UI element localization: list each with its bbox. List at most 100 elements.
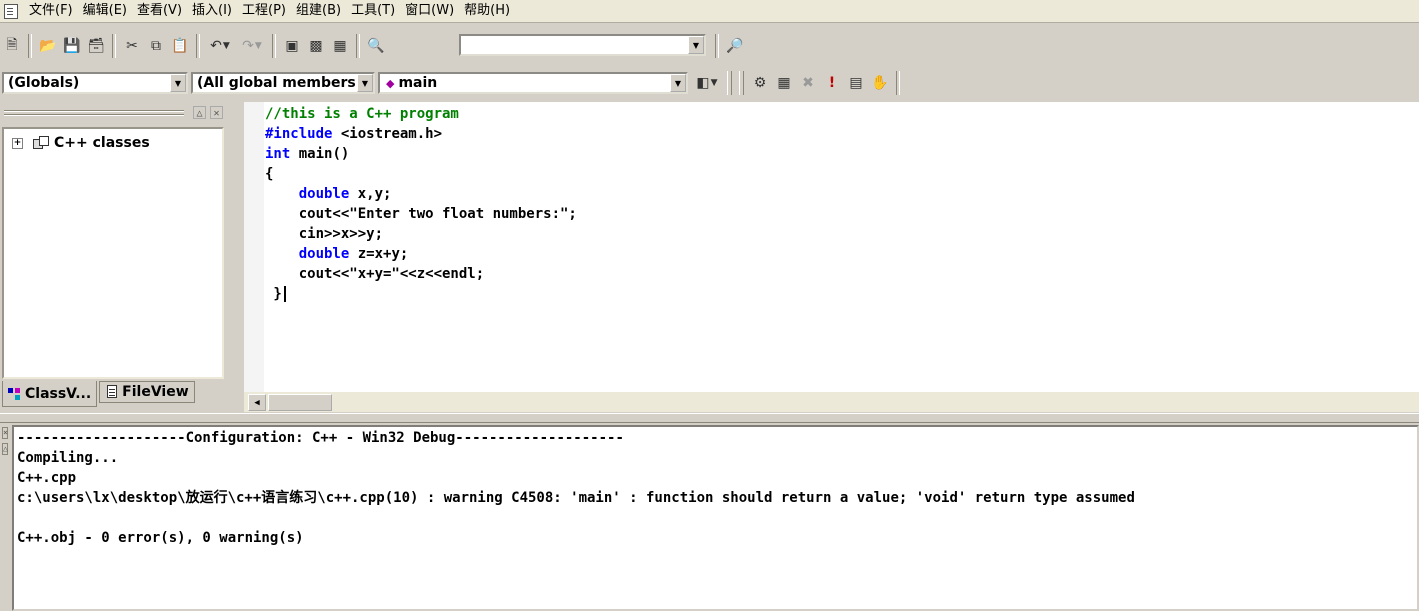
filter-combo[interactable]: (All global members ▼: [191, 72, 375, 94]
document-icon[interactable]: [4, 3, 18, 19]
scroll-left-icon[interactable]: ◀: [248, 394, 266, 411]
code-line[interactable]: double z=x+y;: [265, 244, 577, 264]
toolbar-separator: [272, 34, 276, 58]
toolbar-separator: [196, 34, 200, 58]
new-text-file-icon[interactable]: 🗎: [1, 35, 23, 57]
save-all-icon[interactable]: 🗃: [85, 35, 107, 57]
output-restore-icon[interactable]: △: [2, 443, 8, 455]
toolbar-separator: [112, 34, 116, 58]
member-combo[interactable]: ◆ main ▼: [378, 72, 688, 94]
pane-close-icon[interactable]: ✕: [210, 106, 223, 119]
classview-tab-icon: [8, 387, 22, 401]
execute-icon[interactable]: !: [821, 72, 843, 94]
menu-help[interactable]: 帮助(H): [459, 1, 515, 21]
chevron-down-icon[interactable]: ▼: [670, 74, 686, 92]
toolbar-grip: [727, 71, 732, 95]
copy-icon[interactable]: ⧉: [145, 35, 167, 57]
code-token: cin>>x>>y;: [265, 226, 384, 242]
editor-gutter: [244, 102, 264, 392]
menu-window[interactable]: 窗口(W): [400, 1, 459, 21]
code-line[interactable]: }: [265, 284, 577, 304]
code-line[interactable]: #include <iostream.h>: [265, 124, 577, 144]
pane-grip-line: [4, 114, 184, 116]
code-line[interactable]: cout<<"x+y="<<z<<endl;: [265, 264, 577, 284]
go-icon[interactable]: ▤: [845, 72, 867, 94]
wizard-bar: (Globals) ▼ (All global members ▼ ◆ main…: [0, 67, 904, 99]
member-value: main: [398, 75, 438, 91]
menu-project[interactable]: 工程(P): [237, 1, 291, 21]
chevron-down-icon[interactable]: ▼: [357, 74, 373, 92]
toolbar-grip: [739, 71, 744, 95]
tab-fileview[interactable]: FileView: [99, 381, 195, 403]
code-keyword: int: [265, 146, 291, 162]
output-window[interactable]: --------------------Configuration: C++ -…: [12, 425, 1419, 611]
code-line[interactable]: int main(): [265, 144, 577, 164]
toolbar-separator: [28, 34, 32, 58]
workspace-pane-header: △ ✕: [0, 104, 230, 122]
code-comment: //this is a C++ program: [265, 106, 459, 122]
menu-edit[interactable]: 编辑(E): [78, 1, 132, 21]
menu-tools[interactable]: 工具(T): [346, 1, 400, 21]
pane-grip-line: [4, 110, 184, 112]
class-tree[interactable]: + C++ classes: [2, 127, 224, 379]
window-list-icon[interactable]: ▦: [329, 35, 351, 57]
find-combo[interactable]: ▼: [459, 34, 706, 56]
code-line[interactable]: cout<<"Enter two float numbers:";: [265, 204, 577, 224]
code-token: cout<<"x+y="<<z<<endl;: [265, 266, 485, 282]
tree-item-cpp-classes[interactable]: + C++ classes: [12, 135, 150, 151]
find-in-files-icon[interactable]: 🔍: [365, 35, 387, 57]
code-line[interactable]: //this is a C++ program: [265, 104, 577, 124]
code-keyword: double: [298, 186, 350, 202]
build-icon[interactable]: ▦: [773, 72, 795, 94]
insert-breakpoint-icon[interactable]: ✋: [869, 72, 891, 94]
filter-value: (All global members: [197, 75, 356, 91]
code-token: x,y;: [349, 186, 392, 202]
cut-icon[interactable]: ✂: [121, 35, 143, 57]
paste-icon[interactable]: 📋: [169, 35, 191, 57]
output-line: --------------------Configuration: C++ -…: [17, 430, 624, 446]
output-close-icon[interactable]: ×: [2, 427, 8, 439]
tab-label: FileView: [122, 384, 189, 400]
open-icon[interactable]: 📂: [37, 35, 59, 57]
output-icon[interactable]: ▩: [305, 35, 327, 57]
save-icon[interactable]: 💾: [61, 35, 83, 57]
tab-label: ClassV...: [25, 385, 92, 402]
member-function-icon: ◆: [386, 76, 395, 90]
code-text[interactable]: //this is a C++ program #include <iostrea…: [265, 104, 577, 304]
code-token: cout<<"Enter two float numbers:";: [265, 206, 577, 222]
code-line[interactable]: cin>>x>>y;: [265, 224, 577, 244]
code-editor[interactable]: //this is a C++ program #include <iostrea…: [244, 102, 1419, 392]
output-line: c:\users\lx\desktop\放运行\c++语言练习\c++.cpp(…: [17, 490, 1135, 506]
scope-combo[interactable]: (Globals) ▼: [2, 72, 188, 94]
pane-splitter[interactable]: [0, 413, 1419, 423]
scrollbar-thumb[interactable]: [268, 394, 332, 411]
find-group: 🔎: [711, 30, 747, 62]
editor-horizontal-scrollbar[interactable]: ◀: [244, 392, 1419, 412]
chevron-down-icon[interactable]: ▼: [170, 74, 186, 92]
output-line: Compiling...: [17, 450, 119, 466]
wizard-bar-actions-icon[interactable]: ◧ ▼: [691, 72, 723, 94]
compile-icon[interactable]: ⚙: [749, 72, 771, 94]
find-icon[interactable]: 🔎: [724, 35, 746, 57]
redo-icon: ↷ ▼: [242, 38, 262, 54]
toolbar-separator: [896, 71, 900, 95]
code-line[interactable]: double x,y;: [265, 184, 577, 204]
menu-file[interactable]: 文件(F): [24, 1, 78, 21]
menu-view[interactable]: 查看(V): [132, 1, 187, 21]
chevron-down-icon[interactable]: ▼: [688, 36, 704, 54]
expand-icon[interactable]: +: [12, 137, 23, 149]
menu-build[interactable]: 组建(B): [291, 1, 346, 21]
text-caret: [283, 286, 286, 302]
workspace-icon[interactable]: ▣: [281, 35, 303, 57]
undo-icon[interactable]: ↶ ▼: [205, 35, 235, 57]
tab-classview[interactable]: ClassV...: [2, 381, 98, 407]
pane-maximize-icon[interactable]: △: [193, 106, 206, 119]
tree-item-label: C++ classes: [54, 135, 150, 151]
menu-bar: 文件(F) 编辑(E) 查看(V) 插入(I) 工程(P) 组建(B) 工具(T…: [0, 0, 1419, 23]
code-line[interactable]: {: [265, 164, 577, 184]
fileview-tab-icon: [105, 385, 119, 399]
menu-insert[interactable]: 插入(I): [187, 1, 237, 21]
